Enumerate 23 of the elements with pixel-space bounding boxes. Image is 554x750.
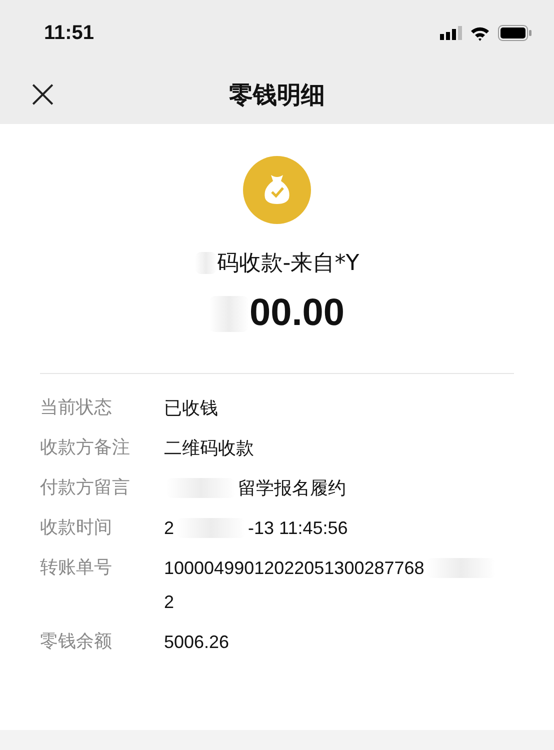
detail-value: 2 (164, 591, 174, 614)
status-time: 11:51 (44, 22, 94, 44)
money-bag-icon (243, 156, 311, 224)
amount: 00.00 (249, 292, 345, 335)
detail-label: 当前状态 (40, 396, 113, 420)
detail-value: 2 (164, 517, 174, 540)
page-title: 零钱明细 (229, 80, 325, 111)
wifi-icon (470, 26, 490, 40)
payment-source: 码收款-来自*Y (216, 250, 360, 278)
detail-label: 收款时间 (40, 516, 113, 540)
detail-value: 留学报名履约 (238, 477, 346, 500)
close-button[interactable]: × (22, 74, 64, 114)
detail-label: 付款方留言 (40, 476, 131, 500)
detail-label: 零钱余额 (40, 630, 113, 654)
detail-label: 转账单号 (40, 556, 113, 580)
detail-value: 10000499012022051300287768 (164, 557, 424, 580)
detail-value: -13 11:45:56 (248, 517, 348, 540)
detail-value: 二维码收款 (164, 437, 254, 460)
detail-value: 已收钱 (164, 397, 218, 420)
battery-icon (498, 25, 532, 41)
signal-icon (440, 26, 462, 40)
detail-value: 5006.26 (164, 631, 230, 654)
detail-label: 收款方备注 (40, 436, 131, 460)
